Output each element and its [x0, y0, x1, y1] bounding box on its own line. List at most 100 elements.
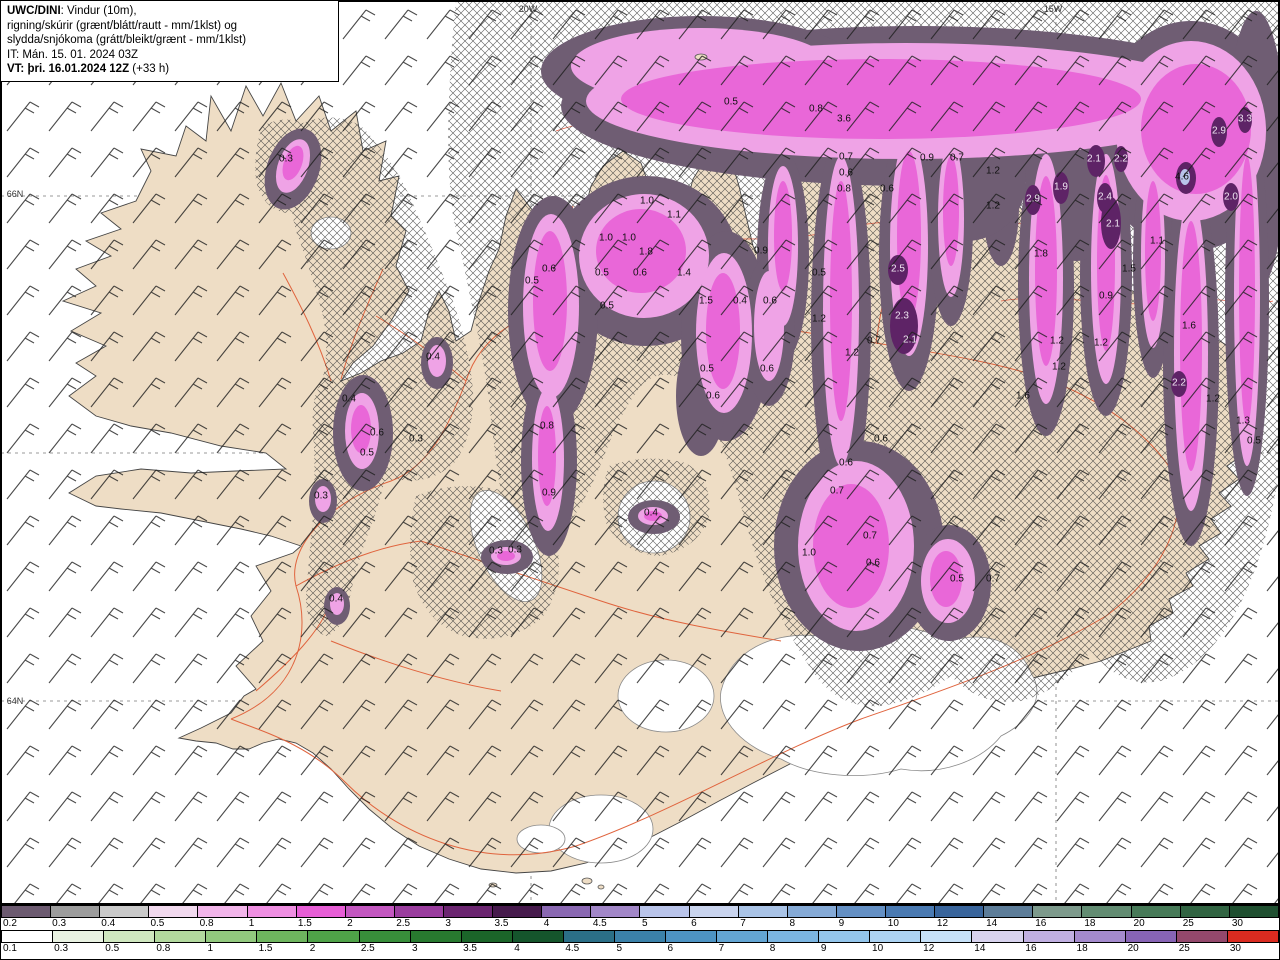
colorbar-tick-label: 4 [514, 943, 520, 954]
colorbar-segment [1227, 931, 1278, 942]
colorbar-segment [972, 931, 1024, 942]
colorbar-tick-label: 4.5 [565, 943, 580, 954]
info-box: UWC/DINI: Vindur (10m), rigning/skúrir (… [1, 1, 339, 82]
colorbar-segment [443, 906, 494, 917]
colorbar-segment [1125, 931, 1177, 942]
snow-colorbar: 0.2 0.3 0.4 0.5 0.8 1 1.5 2 2.5 3 3.5 4 4.5 5 6 7 8 9 10 12… [1, 905, 1279, 930]
colorbar-segment [689, 906, 739, 917]
colorbar-tick-label: 14 [986, 918, 998, 929]
colorbar-tick-label: 0.3 [52, 918, 67, 929]
colorbar-tick-label: 20 [1133, 918, 1145, 929]
colorbars: 0.2 0.3 0.4 0.5 0.8 1 1.5 2 2.5 3 3.5 4 4.5 5 6 7 8 9 10 12… [1, 905, 1279, 955]
colorbar-segment [257, 931, 309, 942]
colorbar-tick-label: 0.5 [150, 918, 165, 929]
colorbar-tick-label: 18 [1084, 918, 1096, 929]
colorbar-tick-label: 3 [411, 943, 418, 954]
init-time: IT: Mán. 15. 01. 2024 03Z [7, 48, 139, 61]
rain-colorbar-ticks: 0.1 0.3 0.5 0.8 1 1.5 2 2.5 3 3.5 4 4.5 5 6 7 8 9 10 12 14 1… [1, 943, 1279, 955]
valid-time-line: VT: þri. 16.01.2024 12Z (+33 h) [7, 62, 332, 77]
colorbar-segment [1180, 906, 1230, 917]
colorbar-tick-label: 0.1 [3, 943, 17, 954]
model-params: : Vindur (10m), [60, 5, 137, 17]
map-svg [1, 1, 1279, 904]
weather-map-viewport: 20W 15W 66N 64N 0.5 0.8 3.6 0.7 0.9 0.7 2.1 2.2 2.9… [0, 0, 1280, 960]
map-canvas: 20W 15W 66N 64N 0.5 0.8 3.6 0.7 0.9 0.7 2.1 2.2 2.9… [1, 1, 1279, 905]
colorbar-segment [614, 931, 667, 942]
colorbar-tick-label: 3.5 [463, 943, 477, 954]
colorbar-segment [461, 931, 513, 942]
colorbar-tick-label: 0.8 [156, 943, 171, 954]
colorbar-segment [2, 906, 52, 917]
colorbar-tick-label: 6 [691, 918, 697, 929]
legend-rain-line: rigning/skúrir (grænt/blátt/rautt - mm/1… [7, 19, 238, 32]
colorbar-segment [296, 906, 346, 917]
colorbar-tick-label: 2.5 [360, 943, 375, 954]
colorbar-tick-label: 7 [740, 918, 746, 929]
colorbar-tick-label: 7 [718, 943, 725, 954]
colorbar-tick-label: 5 [616, 943, 622, 954]
colorbar-tick-label: 9 [820, 943, 827, 954]
model-name: UWC/DINI [7, 5, 61, 17]
colorbar-tick-label: 0.8 [199, 918, 214, 929]
colorbar-segment [591, 906, 641, 917]
colorbar-tick-label: 1 [207, 943, 214, 954]
colorbar-segment [1131, 906, 1181, 917]
colorbar-segment [359, 931, 411, 942]
colorbar-segment [738, 906, 788, 917]
colorbar-segment [410, 931, 462, 942]
colorbar-segment [819, 931, 871, 942]
colorbar-segment [345, 906, 395, 917]
colorbar-segment [768, 931, 820, 942]
colorbar-segment [53, 931, 105, 942]
colorbar-tick-label: 16 [1035, 918, 1047, 929]
colorbar-segment [1229, 906, 1278, 917]
colorbar-segment [666, 931, 718, 942]
colorbar-tick-label: 12 [923, 943, 935, 954]
colorbar-segment [885, 906, 936, 917]
colorbar-segment [542, 906, 592, 917]
colorbar-tick-label: 2 [347, 918, 353, 929]
colorbar-segment [51, 906, 101, 917]
colorbar-segment [198, 906, 248, 917]
colorbar-segment [206, 931, 258, 942]
colorbar-segment [935, 906, 985, 917]
colorbar-segment [836, 906, 886, 917]
colorbar-segment [563, 931, 615, 942]
colorbar-tick-label: 8 [769, 943, 776, 954]
colorbar-segment [984, 906, 1034, 917]
colorbar-tick-label: 10 [872, 943, 884, 954]
colorbar-tick-label: 8 [789, 918, 796, 929]
colorbar-tick-label: 3 [445, 918, 451, 929]
colorbar-segment [921, 931, 973, 942]
colorbar-segment [100, 906, 150, 917]
colorbar-tick-label: 9 [838, 918, 845, 929]
colorbar-tick-label: 4 [543, 918, 550, 929]
snow-colorbar-strip [1, 905, 1279, 918]
colorbar-tick-label: 2.5 [396, 918, 411, 929]
colorbar-tick-label: 0.4 [101, 918, 116, 929]
colorbar-segment [247, 906, 297, 917]
colorbar-segment [1074, 931, 1126, 942]
colorbar-segment [2, 931, 54, 942]
colorbar-segment [717, 931, 769, 942]
snow-colorbar-ticks: 0.2 0.3 0.4 0.5 0.8 1 1.5 2 2.5 3 3.5 4 4.5 5 6 7 8 9 10 12… [1, 918, 1279, 930]
legend-snow-line: slydda/snjókoma (grátt/bleikt/grænt - mm… [7, 34, 247, 46]
colorbar-tick-label: 16 [1025, 943, 1037, 954]
colorbar-tick-label: 6 [667, 943, 674, 954]
colorbar-tick-label: 5 [642, 918, 648, 929]
colorbar-tick-label: 1 [248, 918, 255, 929]
colorbar-tick-label: 30 [1231, 918, 1243, 929]
colorbar-tick-label: 30 [1229, 943, 1241, 954]
colorbar-tick-label: 25 [1178, 943, 1190, 954]
colorbar-segment [1023, 931, 1075, 942]
valid-time: VT: þri. 16.01.2024 12Z [7, 63, 130, 75]
colorbar-tick-label: 25 [1182, 918, 1194, 929]
colorbar-segment [1176, 931, 1228, 942]
colorbar-segment [1033, 906, 1083, 917]
colorbar-segment [493, 906, 543, 917]
valid-offset: (+33 h) [129, 63, 170, 75]
colorbar-tick-label: 3.5 [494, 918, 509, 929]
colorbar-tick-label: 12 [936, 918, 949, 929]
wind-barbs-layer [1, 1, 1279, 904]
colorbar-segment [787, 906, 837, 917]
